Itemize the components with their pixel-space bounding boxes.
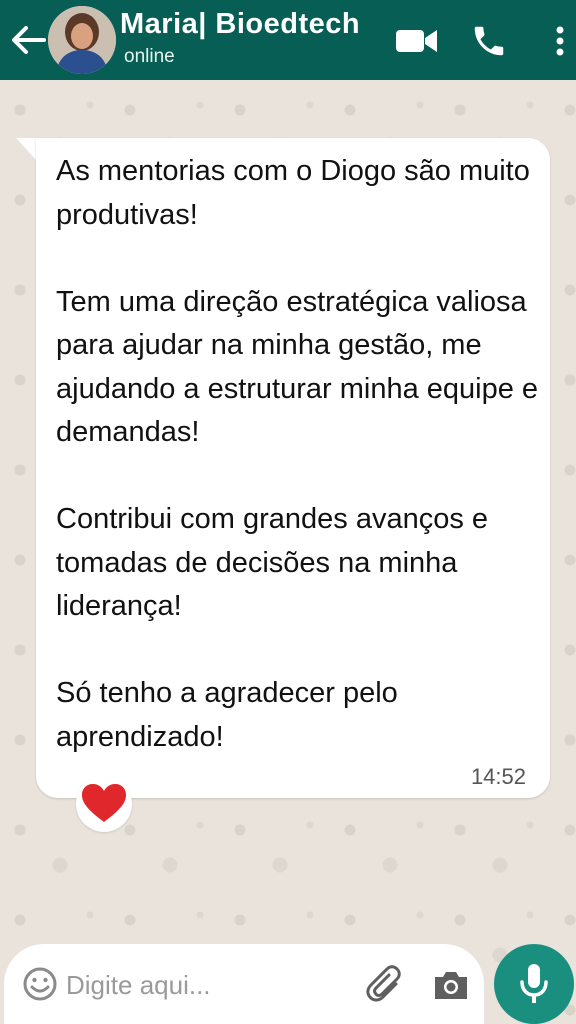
camera-button[interactable] xyxy=(432,968,470,1002)
bubble-tail xyxy=(16,138,38,162)
message-paragraph: Contribui com grandes avanços e tomadas … xyxy=(56,503,489,622)
smiley-icon xyxy=(23,967,57,1001)
contact-avatar[interactable] xyxy=(48,6,116,74)
emoji-button[interactable] xyxy=(22,966,58,1002)
avatar-photo xyxy=(48,6,116,74)
back-button[interactable] xyxy=(8,22,48,58)
voice-record-button[interactable] xyxy=(494,944,574,1024)
red-heart-icon xyxy=(82,784,126,822)
camera-icon xyxy=(435,972,467,999)
message-paragraph: Tem uma direção estratégica valiosa para… xyxy=(56,285,539,449)
message-paragraph: Só tenho a agradecer pelo aprendizado! xyxy=(56,677,398,753)
message-input[interactable] xyxy=(66,966,346,1004)
arrow-left-icon xyxy=(12,26,46,54)
message-reaction[interactable] xyxy=(76,776,132,832)
incoming-message-bubble[interactable]: As mentorias com o Diogo são muito produ… xyxy=(36,138,550,798)
video-camera-icon xyxy=(396,30,437,52)
more-options-button[interactable] xyxy=(548,22,572,60)
contact-name[interactable]: Maria| Bioedtech xyxy=(120,8,360,41)
contact-status: online xyxy=(124,46,175,67)
more-vertical-icon xyxy=(556,26,564,56)
message-paragraph: As mentorias com o Diogo são muito produ… xyxy=(56,155,530,231)
message-input-bar xyxy=(4,944,484,1024)
video-call-button[interactable] xyxy=(394,24,440,58)
attach-button[interactable] xyxy=(366,964,406,1006)
phone-icon xyxy=(474,26,504,56)
microphone-icon xyxy=(520,964,548,1003)
chat-header: Maria| Bioedtech online xyxy=(0,0,576,80)
voice-call-button[interactable] xyxy=(470,22,508,60)
message-timestamp: 14:52 xyxy=(470,764,526,789)
message-text: As mentorias com o Diogo são muito produ… xyxy=(56,150,546,759)
paperclip-icon xyxy=(366,965,401,1002)
